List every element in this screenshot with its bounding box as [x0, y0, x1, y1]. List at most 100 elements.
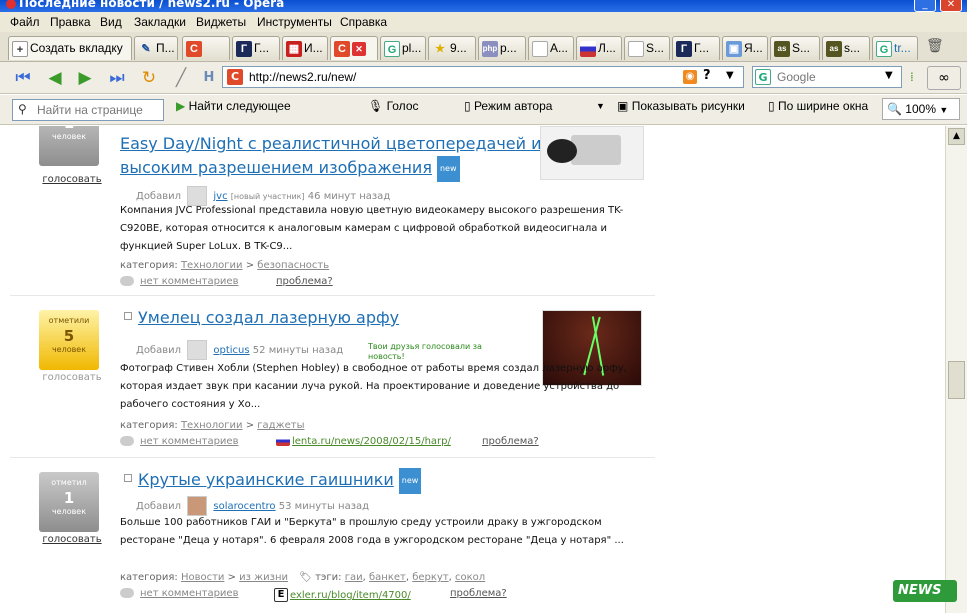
news-title[interactable]: Easy Day/Night с реалистичной цветоперед…: [120, 132, 542, 156]
menu-widgets[interactable]: Виджеты: [196, 15, 246, 29]
new-tab-button[interactable]: + Создать вкладку: [8, 36, 132, 60]
fast-forward-icon[interactable]: ⏭: [106, 67, 128, 89]
find-next-label: Найти следующее: [188, 99, 291, 113]
tab-8[interactable]: php p...: [478, 36, 526, 60]
tag-link[interactable]: банкет: [369, 572, 406, 583]
tab-label: S...: [646, 41, 665, 56]
problem-link[interactable]: проблема?: [450, 588, 507, 599]
subcategory-link[interactable]: гаджеты: [257, 420, 304, 431]
user-link[interactable]: jvc: [213, 191, 227, 202]
tab-1[interactable]: ✎ П...: [134, 36, 178, 60]
category-link[interactable]: Технологии: [181, 260, 243, 271]
tag-icon: 🏷: [299, 572, 312, 583]
menu-bookmarks[interactable]: Закладки: [134, 15, 186, 29]
menu-tools[interactable]: Инструменты: [257, 15, 332, 29]
menu-help[interactable]: Справка: [340, 15, 387, 29]
bullet-icon: [124, 312, 132, 320]
author-mode-button[interactable]: ▯ Режим автора: [464, 99, 552, 113]
avatar: [187, 340, 208, 360]
author-mode-dropdown[interactable]: ▼: [596, 101, 605, 111]
tab-11[interactable]: S...: [624, 36, 670, 60]
page-icon: [628, 41, 644, 57]
title-text: Крутые украинские гаишники: [138, 470, 394, 489]
binoculars-icon[interactable]: ∞: [927, 66, 961, 90]
home-icon[interactable]: H: [198, 67, 220, 89]
comments-link[interactable]: нет комментариев: [140, 276, 238, 287]
tab-3[interactable]: Г Г...: [232, 36, 280, 60]
source-link[interactable]: lenta.ru/news/2008/02/15/harp/: [292, 436, 451, 447]
problem-link[interactable]: проблема?: [276, 276, 333, 287]
user-link[interactable]: solarocentro: [213, 501, 275, 512]
tab-15[interactable]: as s...: [822, 36, 870, 60]
vote-link[interactable]: голосовать: [39, 174, 105, 185]
chevron-down-icon[interactable]: ▼: [726, 70, 734, 81]
tab-2[interactable]: C: [182, 36, 230, 60]
camera-thumbnail[interactable]: [540, 126, 644, 180]
panel-icon[interactable]: ⁞: [910, 70, 914, 84]
news2-icon: C: [186, 41, 202, 57]
comments-link[interactable]: нет комментариев: [140, 436, 238, 447]
vote-link[interactable]: голосовать: [39, 534, 105, 545]
scroll-thumb[interactable]: [948, 361, 965, 399]
forward-icon[interactable]: ▶: [74, 67, 96, 89]
tag-link[interactable]: беркут: [412, 572, 448, 583]
category-link[interactable]: Новости: [181, 572, 224, 583]
tab-5-active[interactable]: C ✕: [330, 36, 378, 60]
back-icon[interactable]: ◀: [44, 67, 66, 89]
menu-file[interactable]: Файл: [10, 15, 40, 29]
menu-view[interactable]: Вид: [100, 15, 122, 29]
edit-icon[interactable]: ╱: [170, 67, 192, 89]
tag-link[interactable]: гаи: [345, 572, 363, 583]
vertical-scrollbar[interactable]: ▲: [945, 126, 967, 613]
trash-icon[interactable]: 🗑: [926, 38, 944, 54]
magnifier-icon: ⚲: [18, 102, 27, 116]
zoom-select[interactable]: 🔍 100% ▼: [882, 98, 960, 120]
info-icon[interactable]: ?: [703, 68, 711, 83]
vote-box[interactable]: 1 человек: [39, 126, 99, 166]
tab-16[interactable]: Gtr...: [872, 36, 918, 60]
problem-link[interactable]: проблема?: [482, 436, 539, 447]
voice-button[interactable]: 🎙 Голос: [368, 99, 419, 113]
address-field[interactable]: C http://news2.ru/new/ ◉ ? ▼: [222, 66, 744, 88]
vote-box[interactable]: отметил 1 человек: [39, 472, 99, 532]
tab-14[interactable]: as S...: [770, 36, 820, 60]
tab-9[interactable]: А...: [528, 36, 574, 60]
category-link[interactable]: Технологии: [181, 420, 243, 431]
menu-edit[interactable]: Правка: [50, 15, 91, 29]
vote-label: отметил: [51, 478, 87, 487]
fit-width-button[interactable]: ▯ По ширине окна: [768, 99, 868, 113]
news-title[interactable]: Крутые украинские гаишники new: [138, 468, 422, 494]
scroll-up-icon[interactable]: ▲: [948, 128, 965, 145]
tab-6[interactable]: Gpl...: [380, 36, 426, 60]
tag-link[interactable]: сокол: [455, 572, 485, 583]
tab-12[interactable]: Г Г...: [672, 36, 720, 60]
reload-icon[interactable]: ↻: [138, 67, 160, 89]
comment-icon: [120, 436, 134, 446]
source-link[interactable]: exler.ru/blog/item/4700/: [290, 590, 411, 601]
tab-4[interactable]: ▦ И...: [282, 36, 328, 60]
news-title-line2[interactable]: высоким разрешением изображения new: [120, 156, 460, 182]
rewind-icon[interactable]: ⏮: [12, 67, 34, 89]
title-bar: Последние новости / news2.ru - Opera _ ✕: [0, 0, 967, 12]
find-next-button[interactable]: ▶ Найти следующее: [176, 99, 291, 113]
subcategory-link[interactable]: безопасность: [257, 260, 329, 271]
user-link[interactable]: opticus: [213, 345, 249, 356]
subcategory-link[interactable]: из жизни: [239, 572, 288, 583]
vote-unit: человек: [51, 132, 87, 141]
close-tab-icon[interactable]: ✕: [352, 42, 366, 56]
find-input[interactable]: ⚲ Найти на странице: [12, 99, 164, 121]
rss-icon[interactable]: ◉: [683, 70, 697, 84]
tab-label: Я...: [744, 41, 763, 56]
tab-10[interactable]: Л...: [576, 36, 622, 60]
tab-7[interactable]: ★ 9...: [428, 36, 476, 60]
search-engine-field[interactable]: G Google ▼: [752, 66, 902, 88]
vote-count: 1: [63, 489, 75, 507]
vote-box[interactable]: отметили 5 человек: [39, 310, 99, 370]
news-title[interactable]: Умелец создал лазерную арфу: [138, 306, 399, 330]
chevron-down-icon[interactable]: ▼: [885, 70, 893, 81]
show-images-button[interactable]: ▣ Показывать рисунки: [617, 99, 745, 113]
minimize-button[interactable]: _: [914, 0, 936, 12]
close-window-button[interactable]: ✕: [940, 0, 962, 12]
comments-link[interactable]: нет комментариев: [140, 588, 238, 599]
tab-13[interactable]: ▣ Я...: [722, 36, 768, 60]
